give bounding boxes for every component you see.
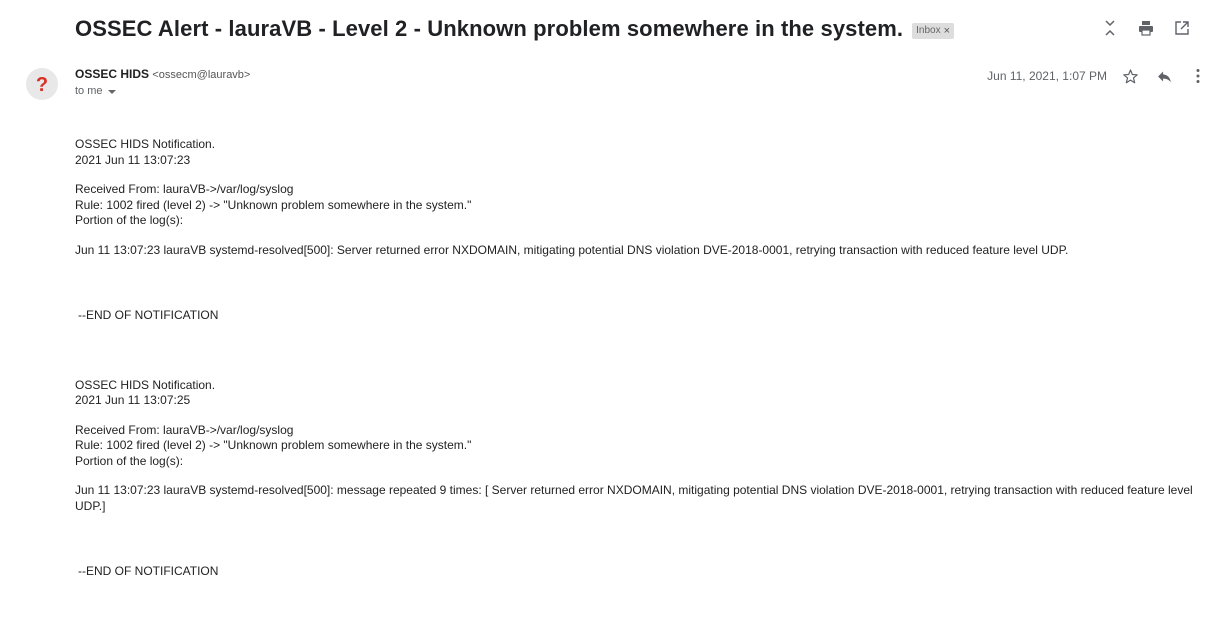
notification-end: --END OF NOTIFICATION	[78, 564, 219, 578]
notification-log: Jun 11 13:07:23 lauraVB systemd-resolved…	[75, 483, 1197, 513]
message-date: Jun 11, 2021, 1:07 PM	[987, 69, 1107, 83]
more-vert-icon[interactable]	[1181, 64, 1215, 88]
sender-block: OSSEC HIDS <ossecm@lauravb> to me	[75, 67, 250, 97]
notification-portion: Portion of the log(s):	[75, 213, 184, 227]
subject-row: OSSEC Alert - lauraVB - Level 2 - Unknow…	[75, 14, 955, 44]
recipient-details-toggle[interactable]: to me	[75, 85, 250, 97]
notification-log: Jun 11 13:07:23 lauraVB systemd-resolved…	[75, 242, 1069, 257]
notification-timestamp: 2021 Jun 11 13:07:23	[75, 152, 191, 167]
email-subject: OSSEC Alert - lauraVB - Level 2 - Unknow…	[75, 16, 904, 41]
star-icon[interactable]	[1113, 64, 1147, 88]
open-new-window-icon[interactable]	[1164, 16, 1200, 40]
print-icon[interactable]	[1128, 16, 1164, 40]
chevron-down-icon[interactable]	[107, 89, 116, 94]
expand-collapse-icon[interactable]	[1092, 16, 1128, 40]
notification-portion: Portion of the log(s):	[75, 453, 184, 468]
to-me-text: to me	[75, 85, 103, 97]
thread-actions	[1092, 16, 1200, 40]
notification-received: Received From: lauraVB->/var/log/syslog	[75, 422, 294, 437]
message-meta: Jun 11, 2021, 1:07 PM	[987, 64, 1215, 88]
label-text: Inbox	[916, 25, 941, 36]
notification-end: --END OF NOTIFICATION	[78, 308, 219, 322]
notification-rule: Rule: 1002 fired (level 2) -> "Unknown p…	[75, 197, 472, 212]
inbox-label-chip[interactable]: Inbox ×	[912, 22, 955, 39]
avatar-question-mark: ?	[36, 74, 48, 96]
remove-label-icon[interactable]: ×	[944, 25, 950, 37]
sender-email: <ossecm@lauravb>	[152, 69, 251, 81]
notification-rule: Rule: 1002 fired (level 2) -> "Unknown p…	[75, 438, 472, 452]
notification-title: OSSEC HIDS Notification.	[75, 137, 216, 151]
sender-line: OSSEC HIDS <ossecm@lauravb>	[75, 67, 250, 81]
sender-avatar: ?	[25, 67, 59, 101]
notification-timestamp: 2021 Jun 11 13:07:25	[75, 393, 191, 407]
sender-name[interactable]: OSSEC HIDS	[75, 67, 149, 81]
message-body: OSSEC HIDS Notification. 2021 Jun 11 13:…	[75, 137, 1205, 580]
reply-icon[interactable]	[1147, 64, 1181, 88]
notification-title: OSSEC HIDS Notification.	[75, 377, 216, 392]
notification-received: Received From: lauraVB->/var/log/syslog	[75, 182, 294, 196]
